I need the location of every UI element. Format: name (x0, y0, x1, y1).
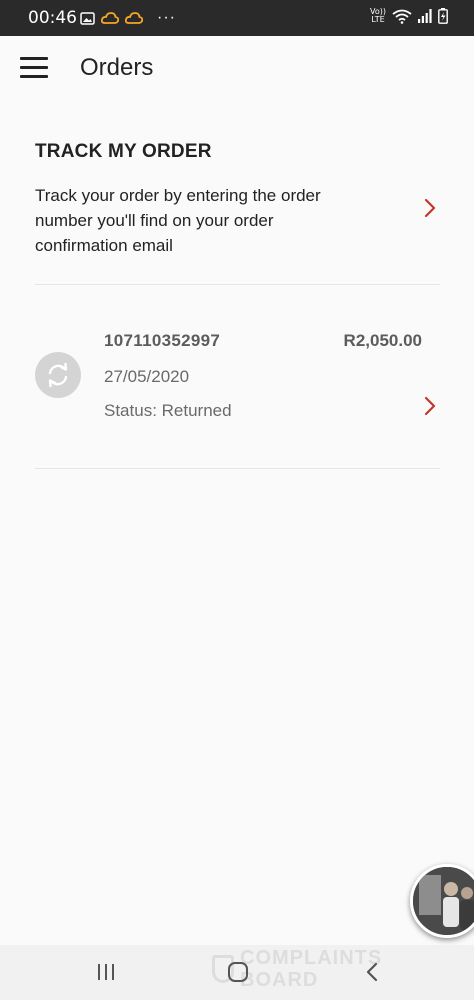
battery-icon (438, 8, 448, 24)
cloud-icon (125, 12, 143, 24)
app-bar: Orders (0, 36, 474, 100)
refresh-icon (35, 352, 81, 398)
order-status: Status: Returned (104, 401, 232, 420)
cloud-icon (101, 12, 119, 24)
wifi-icon (392, 9, 412, 24)
chevron-right-icon[interactable] (423, 396, 437, 416)
signal-icon (418, 9, 432, 23)
order-amount: R2,050.00 (343, 331, 422, 350)
track-order-heading: TRACK MY ORDER (35, 141, 212, 162)
recent-apps-icon[interactable] (86, 957, 126, 987)
status-icons-right: Vo)) LTE (370, 8, 448, 24)
image-icon (80, 11, 95, 25)
chat-head-avatar[interactable] (410, 864, 474, 938)
track-order-description: Track your order by entering the order n… (35, 186, 321, 255)
back-icon[interactable] (352, 957, 392, 987)
volte-icon: Vo)) LTE (370, 8, 386, 24)
home-icon[interactable] (218, 957, 258, 987)
status-time: 00:46 (28, 8, 77, 28)
page-title: Orders (80, 54, 154, 81)
status-icons-left: ··· (80, 9, 176, 27)
more-notifications-dots: ··· (157, 9, 176, 26)
hamburger-menu-icon[interactable] (20, 54, 50, 82)
chevron-right-icon[interactable] (423, 198, 437, 218)
volte-bottom-label: LTE (371, 15, 385, 24)
system-nav-bar: COMPLAINTS BOARD (0, 945, 474, 1000)
track-my-order-card[interactable]: TRACK MY ORDER Track your order by enter… (35, 138, 440, 285)
status-bar: 00:46 ··· Vo)) LTE (0, 0, 474, 36)
order-date: 27/05/2020 (104, 367, 190, 386)
order-number: 107110352997 (104, 331, 221, 350)
order-list-item[interactable]: 107110352997 R2,050.00 27/05/2020 Status… (35, 285, 440, 469)
